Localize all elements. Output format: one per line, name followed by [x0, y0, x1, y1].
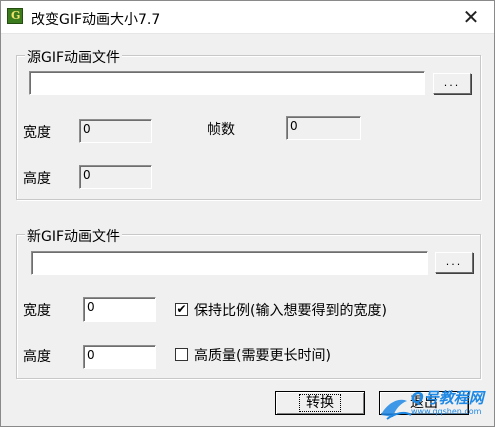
keep-ratio-label: 保持比例(输入想要得到的宽度)	[194, 303, 387, 319]
target-file-path-field[interactable]	[31, 251, 428, 275]
check-mark-icon: ✔	[176, 302, 187, 316]
convert-button-label: 转换	[299, 394, 341, 412]
target-group-title: 新GIF动画文件	[25, 226, 123, 246]
target-browse-button[interactable]: ...	[435, 252, 473, 273]
target-height-input[interactable]: 0	[83, 345, 156, 369]
source-group-title: 源GIF动画文件	[25, 47, 123, 67]
app-window: G 改变GIF动画大小7.7 ✕ 源GIF动画文件 ... 宽度 0 帧数 0 …	[0, 0, 495, 427]
source-height-label: 高度	[23, 171, 51, 187]
source-height-value: 0	[79, 165, 152, 189]
watermark-text: Q号教程网	[411, 389, 484, 407]
keep-ratio-checkbox[interactable]: ✔	[175, 303, 188, 316]
source-frames-value: 0	[286, 116, 361, 140]
window-title: 改变GIF动画大小7.7	[31, 12, 161, 28]
source-width-label: 宽度	[23, 125, 51, 141]
convert-button[interactable]: 转换	[275, 391, 365, 415]
target-width-input[interactable]: 0	[83, 297, 156, 322]
high-quality-label: 高质量(需要更长时间)	[194, 348, 331, 364]
high-quality-checkbox[interactable]	[175, 348, 188, 361]
source-frames-label: 帧数	[207, 122, 235, 138]
target-height-label: 高度	[23, 349, 51, 365]
target-width-label: 宽度	[23, 303, 51, 319]
source-file-path-field[interactable]	[29, 71, 425, 95]
watermark-url: www.qqshen.com	[411, 407, 482, 416]
app-icon: G	[7, 8, 23, 24]
source-browse-button[interactable]: ...	[433, 73, 471, 94]
source-width-value: 0	[79, 119, 152, 143]
title-bar: G 改变GIF动画大小7.7 ✕	[1, 1, 494, 34]
close-button[interactable]: ✕	[448, 1, 494, 33]
